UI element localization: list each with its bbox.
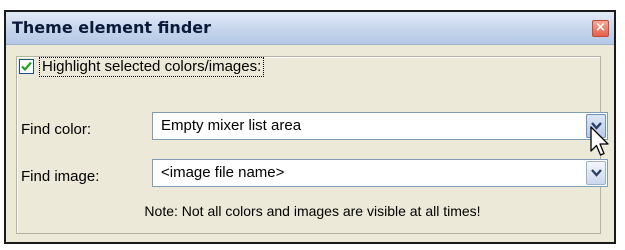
find-image-dropdown[interactable]: <image file name>	[152, 159, 608, 187]
highlight-checkbox[interactable]	[19, 59, 34, 74]
find-color-dropdown[interactable]: Empty mixer list area	[152, 112, 608, 140]
dialog-title: Theme element finder	[12, 18, 212, 37]
find-image-value: <image file name>	[161, 164, 285, 181]
highlight-checkbox-label[interactable]: Highlight selected colors/images:	[39, 57, 265, 77]
chevron-down-icon	[591, 169, 602, 177]
close-icon: ×	[595, 20, 606, 35]
find-image-dropdown-button[interactable]	[586, 161, 606, 185]
find-image-label: Find image:	[21, 168, 100, 185]
mouse-pointer-icon	[590, 126, 609, 156]
close-button[interactable]: ×	[592, 20, 609, 37]
visibility-note: Note: Not all colors and images are visi…	[144, 203, 481, 219]
find-color-label: Find color:	[21, 121, 92, 138]
title-bar[interactable]: Theme element finder ×	[6, 12, 614, 45]
checkmark-icon	[21, 61, 32, 72]
find-color-value: Empty mixer list area	[161, 117, 302, 134]
